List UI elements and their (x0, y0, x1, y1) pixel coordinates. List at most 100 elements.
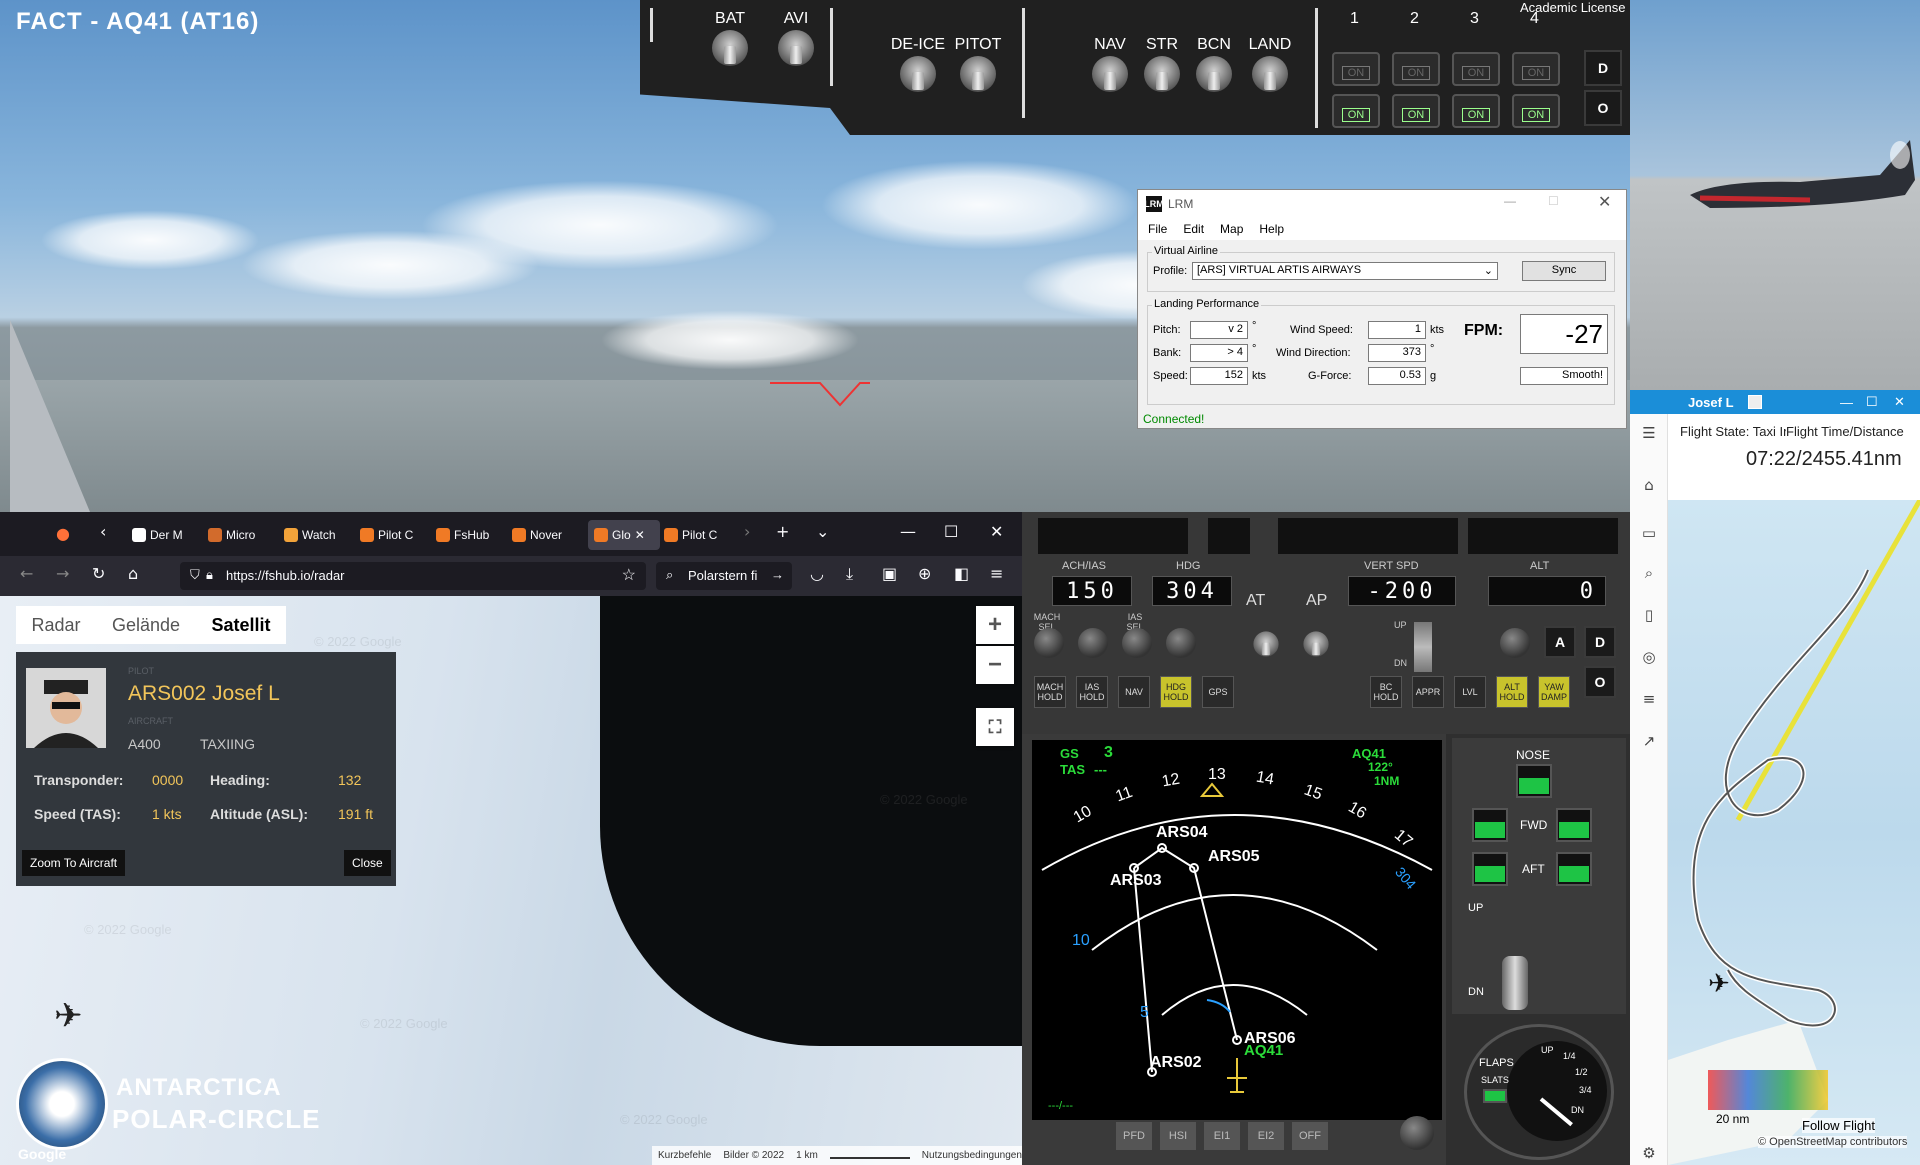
ap-button-mach-hold[interactable]: MACH HOLD (1034, 676, 1066, 708)
engine-1-button-1[interactable]: ON (1332, 52, 1380, 86)
tab-close-icon[interactable]: ✕ (635, 528, 645, 542)
download-icon[interactable]: ⤓ (846, 564, 853, 584)
back-icon[interactable]: ← (20, 564, 33, 583)
ap-button-appr[interactable]: APPR (1412, 676, 1444, 708)
arrow-right-icon[interactable]: → (771, 567, 784, 582)
autopilot-switch[interactable] (1303, 631, 1329, 657)
switch-str[interactable] (1144, 56, 1180, 92)
engine-4-button-1[interactable]: ON (1512, 52, 1560, 86)
browser-tab[interactable]: Nover (512, 520, 580, 550)
alt-knob[interactable] (1500, 628, 1530, 658)
browser-tab[interactable]: FsHub (436, 520, 504, 550)
tab-scroll-left-icon[interactable]: ‹ (100, 522, 106, 541)
radar-map[interactable]: © 2022 Google © 2022 Google © 2022 Googl… (0, 596, 1022, 1165)
ap-a-button[interactable]: A (1544, 626, 1576, 658)
lrm-titlebar[interactable]: LRM LRM — ☐ ✕ (1138, 190, 1626, 218)
home-icon[interactable]: ⌂ (1640, 476, 1658, 494)
nd-button-hsi[interactable]: HSI (1160, 1122, 1196, 1150)
nd-range-knob[interactable] (1400, 1116, 1434, 1150)
menu-map[interactable]: Map (1220, 222, 1243, 236)
ap-button-yaw-damp[interactable]: YAW DAMP (1538, 676, 1570, 708)
maximize-icon[interactable]: ☐ (1866, 394, 1878, 410)
minimize-icon[interactable]: — (900, 522, 916, 541)
ias-knob[interactable] (1078, 628, 1108, 658)
ap-button-bc-hold[interactable]: BC HOLD (1370, 676, 1402, 708)
minimize-icon[interactable]: — (1840, 395, 1853, 410)
browser-tab[interactable]: Pilot C (664, 520, 732, 550)
shield-icon[interactable]: ⛉ (190, 567, 200, 583)
fullscreen-button[interactable]: ⛶ (976, 708, 1014, 746)
map-type-radar[interactable]: Radar (16, 606, 96, 644)
engine-4-button-2[interactable]: ON (1512, 94, 1560, 128)
acars-titlebar[interactable]: Josef L — ☐ ✕ (1630, 390, 1920, 414)
switch-land[interactable] (1252, 56, 1288, 92)
mach-sel-knob[interactable] (1034, 628, 1064, 658)
switch-de-ice[interactable] (900, 56, 936, 92)
globe-icon[interactable]: ◎ (1640, 648, 1658, 666)
ap-button-ias-hold[interactable]: IAS HOLD (1076, 676, 1108, 708)
shortcuts-link[interactable]: Kurzbefehle (658, 1150, 711, 1161)
switch-bcn[interactable] (1196, 56, 1232, 92)
zoom-out-button[interactable]: − (976, 646, 1014, 684)
menu-help[interactable]: Help (1259, 222, 1284, 236)
aircraft-marker-icon[interactable]: ✈ (54, 996, 83, 1036)
switch-nav[interactable] (1092, 56, 1128, 92)
menu-icon[interactable]: ☰ (1640, 424, 1658, 442)
pocket-icon[interactable]: ◡ (810, 564, 824, 583)
search-icon[interactable]: ⌕ (1640, 564, 1658, 582)
menu-edit[interactable]: Edit (1183, 222, 1204, 236)
maximize-icon[interactable]: ☐ (944, 522, 958, 541)
nd-button-ei2[interactable]: EI2 (1248, 1122, 1284, 1150)
bookmark-star-icon[interactable]: ☆ (622, 565, 636, 585)
overhead-d-button[interactable]: D (1584, 50, 1622, 86)
browser-tab[interactable]: Watch (284, 520, 352, 550)
engine-2-button-1[interactable]: ON (1392, 52, 1440, 86)
overhead-o-button[interactable]: O (1584, 90, 1622, 126)
map-type-terrain[interactable]: Gelände (96, 606, 196, 644)
map-type-satellite[interactable]: Satellit (196, 606, 286, 644)
extension-icon[interactable]: ▣ (882, 564, 897, 583)
home-icon[interactable]: ⌂ (128, 564, 138, 583)
switch-avi[interactable] (778, 30, 814, 66)
nd-button-pfd[interactable]: PFD (1116, 1122, 1152, 1150)
close-icon[interactable]: ✕ (990, 522, 1003, 541)
tablet-icon[interactable]: ▯ (1640, 606, 1658, 624)
ias-sel-knob[interactable] (1122, 628, 1152, 658)
ap-button-alt-hold[interactable]: ALT HOLD (1496, 676, 1528, 708)
reload-icon[interactable]: ↻ (92, 564, 105, 583)
acars-map[interactable]: ✈ 20 nm Follow Flight © OpenStreetMap co… (1668, 500, 1920, 1165)
engine-1-button-2[interactable]: ON (1332, 94, 1380, 128)
pilot-name[interactable]: ARS002 Josef L (128, 682, 280, 706)
url-input[interactable]: ⛉ 🔒︎ https://fshub.io/radar ☆ (180, 562, 646, 590)
sync-button[interactable]: Sync (1522, 261, 1606, 281)
engine-3-button-2[interactable]: ON (1452, 94, 1500, 128)
engine-3-button-1[interactable]: ON (1452, 52, 1500, 86)
zoom-to-aircraft-button[interactable]: Zoom To Aircraft (22, 850, 126, 876)
zoom-in-button[interactable]: + (976, 606, 1014, 644)
autothrottle-switch[interactable] (1253, 631, 1279, 657)
ap-button-gps[interactable]: GPS (1202, 676, 1234, 708)
screenshot-icon[interactable]: ◧ (954, 564, 969, 583)
nd-button-ei1[interactable]: EI1 (1204, 1122, 1240, 1150)
firefox-icon[interactable]: ● (56, 524, 70, 543)
ap-d-button[interactable]: D (1584, 626, 1616, 658)
forward-icon[interactable]: → (56, 564, 69, 583)
zoom-icon[interactable]: ⊕ (918, 564, 931, 583)
tab-scroll-right-icon[interactable]: › (744, 522, 750, 541)
ap-button-lvl[interactable]: LVL (1454, 676, 1486, 708)
engine-2-button-2[interactable]: ON (1392, 94, 1440, 128)
browser-tab[interactable]: Glo ✕ (588, 520, 660, 550)
browser-tab[interactable]: Micro (208, 520, 276, 550)
new-tab-icon[interactable]: + (776, 522, 789, 541)
vs-wheel[interactable] (1414, 622, 1432, 672)
search-input[interactable]: ⌕ Polarstern fi → (656, 562, 792, 590)
gear-lever[interactable] (1502, 956, 1528, 1010)
ap-button-hdg-hold[interactable]: HDG HOLD (1160, 676, 1192, 708)
browser-tab[interactable]: Der M (132, 520, 200, 550)
share-icon[interactable]: ↗ (1640, 732, 1658, 750)
close-button[interactable]: Close (344, 850, 391, 876)
browser-tab[interactable]: Pilot C (360, 520, 428, 550)
profile-select[interactable]: [ARS] VIRTUAL ARTIS AIRWAYS ⌄ (1192, 262, 1498, 280)
maximize-icon[interactable]: ☐ (1548, 194, 1559, 208)
nd-button-off[interactable]: OFF (1292, 1122, 1328, 1150)
